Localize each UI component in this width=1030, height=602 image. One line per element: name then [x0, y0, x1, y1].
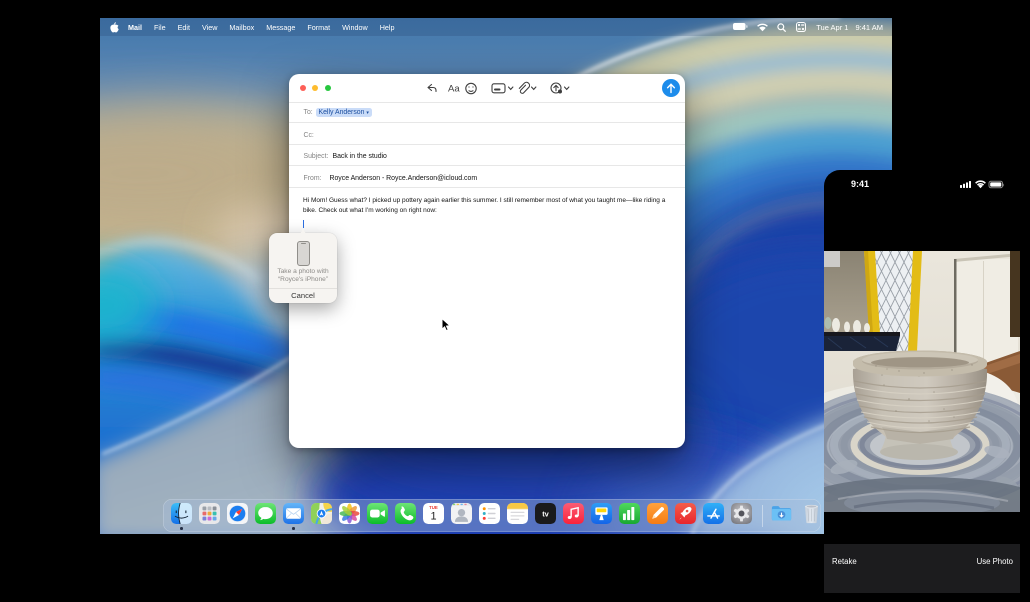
svg-text:Aa: Aa	[448, 84, 460, 95]
svg-text:TUE: TUE	[429, 505, 438, 510]
svg-text:1: 1	[430, 511, 436, 523]
svg-text:tv: tv	[542, 510, 549, 519]
